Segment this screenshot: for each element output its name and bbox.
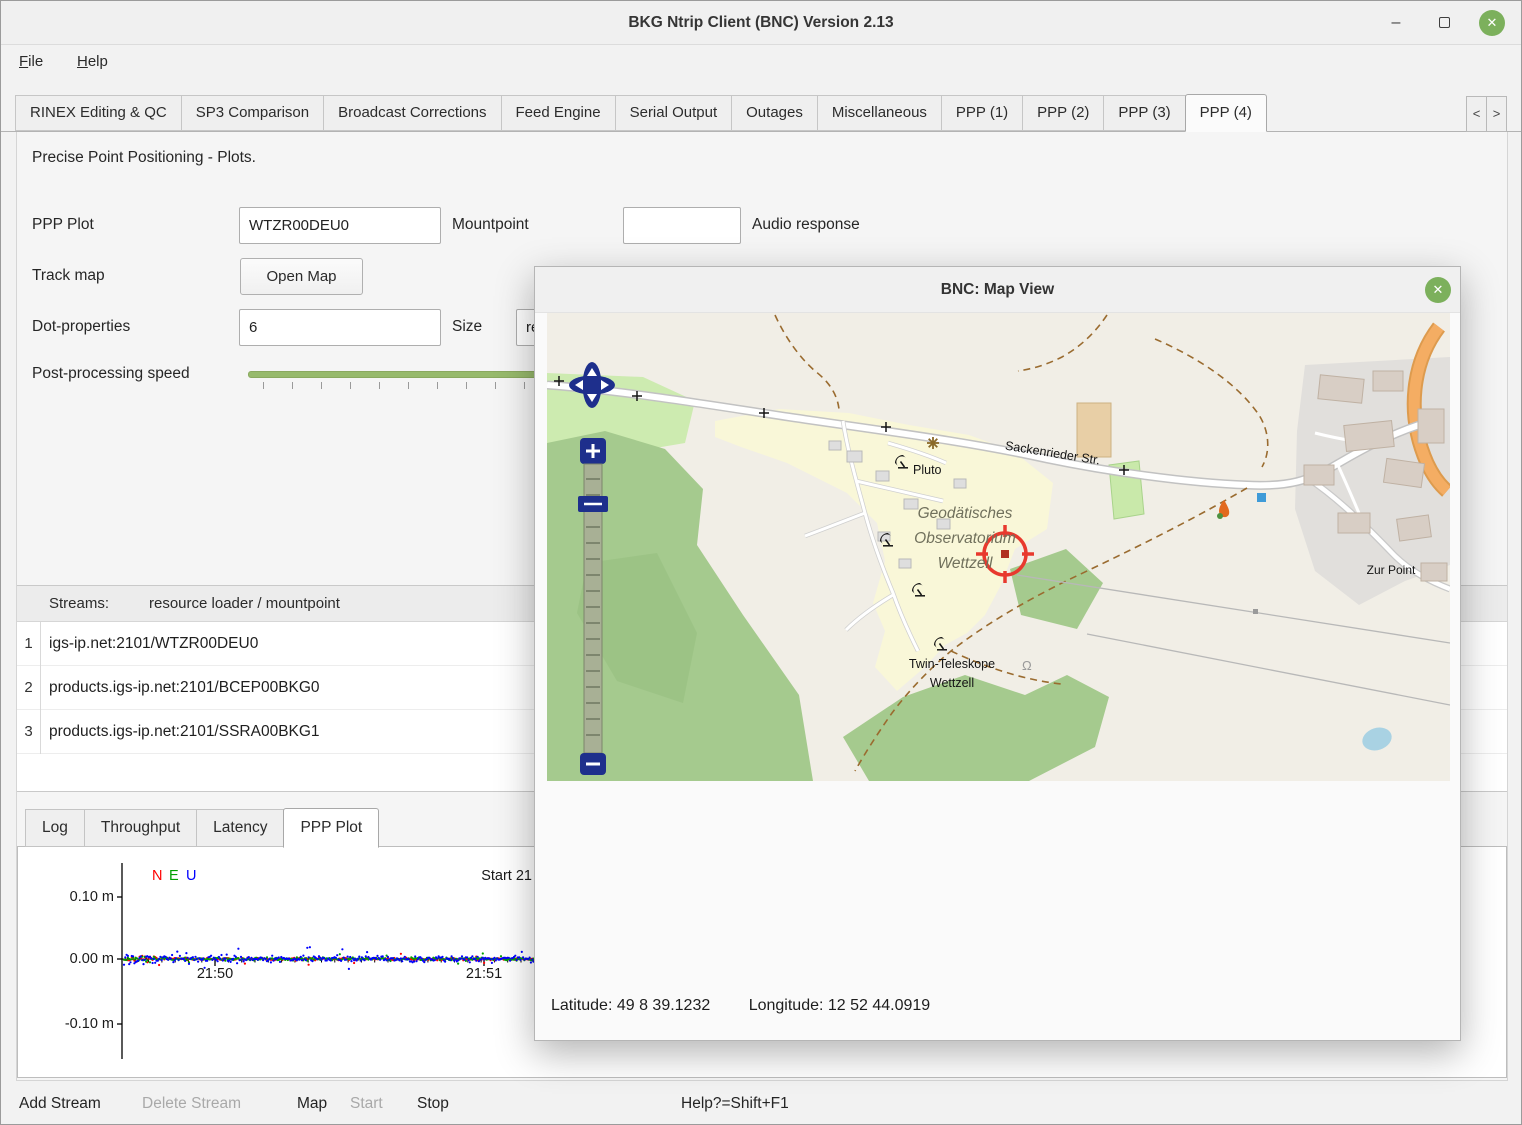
tab-ppp-plot[interactable]: PPP Plot xyxy=(283,808,379,848)
tab-sp3-comparison[interactable]: SP3 Comparison xyxy=(181,95,324,131)
delete-stream-button: Delete Stream xyxy=(142,1093,241,1115)
window-title: BKG Ntrip Client (BNC) Version 2.13 xyxy=(1,1,1521,45)
map-label-zur-point: Zur Point xyxy=(1367,563,1416,577)
titlebar: BKG Ntrip Client (BNC) Version 2.13 – ✕ xyxy=(1,1,1521,45)
start-button: Start xyxy=(350,1093,383,1115)
row-number: 2 xyxy=(17,666,41,710)
map-label-area-3: Wettzell xyxy=(938,555,993,572)
row-number: 3 xyxy=(17,710,41,754)
tab-scroll-left-icon[interactable]: < xyxy=(1466,96,1487,132)
tab-ppp-1[interactable]: PPP (1) xyxy=(941,95,1023,131)
map-label-pluto: Pluto xyxy=(913,463,942,477)
stop-button[interactable]: Stop xyxy=(417,1093,449,1115)
bottom-tabbar: Log Throughput Latency PPP Plot xyxy=(17,807,378,847)
tab-scroll-right-icon[interactable]: > xyxy=(1486,96,1507,132)
y-tick-label: 0.10 m xyxy=(70,889,114,905)
tab-ppp-3[interactable]: PPP (3) xyxy=(1103,95,1185,131)
row-number: 1 xyxy=(17,622,41,666)
tab-serial-output[interactable]: Serial Output xyxy=(615,95,733,131)
minimize-icon[interactable]: – xyxy=(1383,10,1409,36)
map-label-area-2: Observatorium xyxy=(914,530,1016,547)
top-tabbar: RINEX Editing & QC SP3 Comparison Broadc… xyxy=(1,95,1521,132)
blue-marker xyxy=(1257,493,1266,502)
post-processing-speed-label: Post-processing speed xyxy=(32,365,190,383)
boundary-node xyxy=(1253,609,1258,614)
x-tick-label: 21:51 xyxy=(466,966,502,982)
stream-value: products.igs-ip.net:2101/BCEP00BKG0 xyxy=(49,666,320,710)
menu-file[interactable]: File xyxy=(13,45,49,79)
star-icon xyxy=(927,437,939,449)
add-stream-button[interactable]: Add Stream xyxy=(19,1093,101,1115)
tab-feed-engine[interactable]: Feed Engine xyxy=(501,95,616,131)
map-label-omega: Ω xyxy=(1022,658,1032,673)
open-map-button[interactable]: Open Map xyxy=(240,258,363,295)
tab-ppp-4[interactable]: PPP (4) xyxy=(1185,94,1267,132)
size-label: Size xyxy=(452,318,482,336)
tab-log[interactable]: Log xyxy=(25,809,85,847)
tab-scrollers: < > xyxy=(1467,96,1507,132)
map-canvas[interactable]: Pluto Sackenrieder Str. Geodätisches Obs… xyxy=(547,313,1450,781)
ppp-plot-input[interactable] xyxy=(239,207,441,244)
dialog-close-icon[interactable]: ✕ xyxy=(1425,277,1451,303)
map-svg: Pluto Sackenrieder Str. Geodätisches Obs… xyxy=(547,313,1450,781)
legend-e: E xyxy=(169,868,179,884)
streams-header-columns: resource loader / mountpoint xyxy=(149,586,340,622)
mountpoint-label: Mountpoint xyxy=(452,216,529,234)
tab-ppp-2[interactable]: PPP (2) xyxy=(1022,95,1104,131)
y-tick-label: -0.10 m xyxy=(65,1016,114,1032)
panel-heading: Precise Point Positioning - Plots. xyxy=(32,149,256,167)
maximize-box-icon xyxy=(1439,17,1450,28)
help-hint: Help?=Shift+F1 xyxy=(681,1093,789,1115)
track-map-label: Track map xyxy=(32,267,105,285)
map-label-twin-1: Twin-Teleskope xyxy=(909,657,995,671)
coordinates-status: Latitude: 49 8 39.1232 Longitude: 12 52 … xyxy=(551,997,930,1015)
stream-value: products.igs-ip.net:2101/SSRA00BKG1 xyxy=(49,710,320,754)
menu-help[interactable]: Help xyxy=(71,45,114,79)
streams-header-label: Streams: xyxy=(49,586,109,622)
stream-value: igs-ip.net:2101/WTZR00DEU0 xyxy=(49,622,258,666)
map-button[interactable]: Map xyxy=(297,1093,327,1115)
tab-throughput[interactable]: Throughput xyxy=(84,809,197,847)
maximize-icon[interactable] xyxy=(1431,10,1457,36)
x-tick-label: 21:50 xyxy=(197,966,233,982)
map-view-dialog: BNC: Map View ✕ xyxy=(534,266,1461,1041)
y-tick-label: 0.00 m xyxy=(70,951,114,967)
legend-u: U xyxy=(186,868,196,884)
tab-rinex-editing-qc[interactable]: RINEX Editing & QC xyxy=(15,95,182,131)
start-annotation: Start 21 xyxy=(481,868,532,884)
legend-n: N xyxy=(152,868,162,884)
map-label-twin-2: Wettzell xyxy=(930,676,974,690)
close-icon[interactable]: ✕ xyxy=(1479,10,1505,36)
dialog-title: BNC: Map View xyxy=(535,267,1460,313)
dialog-titlebar: BNC: Map View ✕ xyxy=(535,267,1460,313)
map-label-area-1: Geodätisches xyxy=(918,505,1013,522)
tab-miscellaneous[interactable]: Miscellaneous xyxy=(817,95,942,131)
ppp-plot-label: PPP Plot xyxy=(32,216,94,234)
tab-latency[interactable]: Latency xyxy=(196,809,284,847)
menubar: File Help xyxy=(1,45,1521,79)
audio-response-label: Audio response xyxy=(752,216,860,234)
tab-broadcast-corrections[interactable]: Broadcast Corrections xyxy=(323,95,501,131)
tan-building xyxy=(1077,403,1111,457)
latitude-value: Latitude: 49 8 39.1232 xyxy=(551,997,710,1014)
app-window: BKG Ntrip Client (BNC) Version 2.13 – ✕ … xyxy=(0,0,1522,1125)
dot-properties-label: Dot-properties xyxy=(32,318,130,336)
mountpoint-input[interactable] xyxy=(623,207,741,244)
dot-properties-input[interactable] xyxy=(239,309,441,346)
longitude-value: Longitude: 12 52 44.0919 xyxy=(749,997,931,1014)
tab-outages[interactable]: Outages xyxy=(731,95,818,131)
